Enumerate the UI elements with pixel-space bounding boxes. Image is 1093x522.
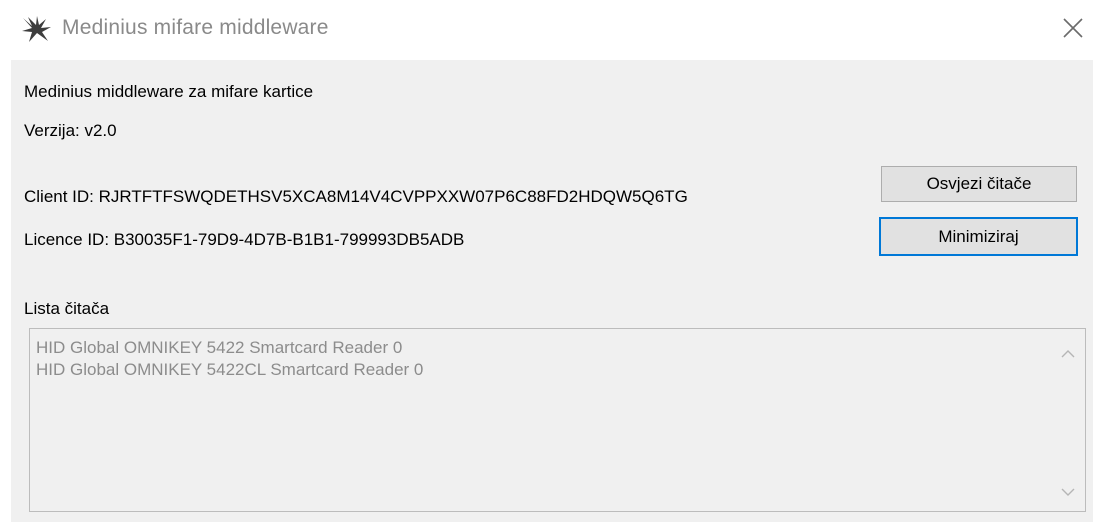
bird-logo-icon [22, 16, 51, 42]
list-item[interactable]: HID Global OMNIKEY 5422CL Smartcard Read… [36, 359, 423, 381]
minimize-button[interactable]: Minimiziraj [879, 217, 1078, 256]
readers-list-label: Lista čitača [24, 299, 110, 318]
version-label: Verzija: v2.0 [24, 121, 117, 140]
chevron-down-icon[interactable] [1060, 487, 1076, 497]
title-bar[interactable]: Medinius mifare middleware [0, 0, 1093, 58]
close-icon[interactable] [1062, 17, 1084, 39]
window-title: Medinius mifare middleware [62, 16, 329, 39]
vertical-scrollbar[interactable] [1051, 329, 1085, 511]
refresh-readers-button[interactable]: Osvjezi čitače [881, 166, 1077, 202]
main-panel: Medinius middleware za mifare kartice Ve… [11, 60, 1093, 522]
readers-listbox[interactable]: HID Global OMNIKEY 5422 Smartcard Reader… [29, 328, 1086, 512]
list-item[interactable]: HID Global OMNIKEY 5422 Smartcard Reader… [36, 337, 423, 359]
app-description: Medinius middleware za mifare kartice [24, 82, 314, 101]
client-id-label: Client ID: RJRTFTFSWQDETHSV5XCA8M14V4CVP… [24, 187, 688, 206]
licence-id-label: Licence ID: B30035F1-79D9-4D7B-B1B1-7999… [24, 230, 465, 249]
chevron-up-icon[interactable] [1060, 349, 1076, 359]
